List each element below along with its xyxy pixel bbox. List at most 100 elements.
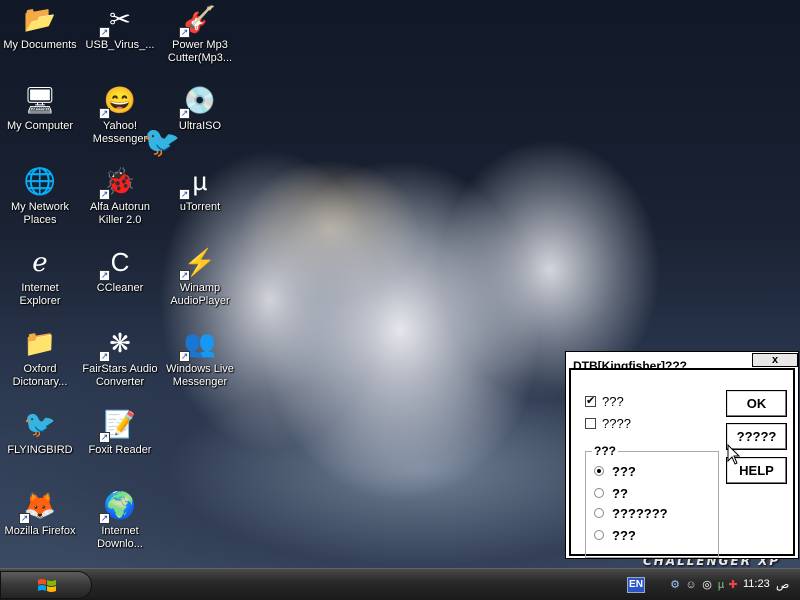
desktop-icon-internet-download-manager[interactable]: 🌍 ↗ Internet Downlo... bbox=[80, 486, 160, 564]
checkbox-2-label: ???? bbox=[602, 415, 631, 431]
desktop-icon-label: Windows Live Messenger bbox=[166, 363, 234, 388]
checkbox-1[interactable]: ✔ ??? bbox=[585, 393, 624, 409]
shortcut-arrow-icon: ↗ bbox=[99, 189, 110, 200]
desktop-icon-label: Internet Explorer bbox=[19, 282, 61, 307]
language-indicator[interactable]: EN bbox=[627, 577, 645, 593]
radio-option-1[interactable]: ??? bbox=[594, 463, 636, 479]
clock[interactable]: 11:23 bbox=[743, 578, 770, 590]
usb-virus-icon: ✂ ↗ bbox=[99, 4, 131, 38]
desktop-icon-label: Winamp AudioPlayer bbox=[170, 282, 230, 307]
desktop-icon-label: Power Mp3 Cutter(Mp3... bbox=[167, 39, 233, 64]
tray-utorrent-icon[interactable]: µ bbox=[715, 579, 727, 591]
desktop-icon-network-places[interactable]: 🌐 My Network Places bbox=[0, 162, 80, 240]
mouse-cursor-icon bbox=[727, 444, 741, 465]
close-button[interactable]: x bbox=[752, 353, 798, 367]
group-label: ??? bbox=[592, 444, 618, 458]
close-icon: x bbox=[771, 354, 779, 366]
desktop-icon-label: My Documents bbox=[3, 39, 77, 51]
radio-option-4[interactable]: ??? bbox=[594, 527, 636, 543]
shortcut-arrow-icon: ↗ bbox=[99, 513, 110, 524]
tray-antivirus-icon[interactable]: ✚ bbox=[727, 579, 739, 591]
radio-option-2[interactable]: ?? bbox=[594, 485, 628, 501]
shortcut-arrow-icon: ↗ bbox=[99, 432, 110, 443]
desktop-icon-fairstars[interactable]: ❋ ↗ FairStars Audio Converter bbox=[80, 324, 160, 402]
shortcut-arrow-icon: ↗ bbox=[179, 108, 190, 119]
power-mp3-cutter-icon: 🎸 ↗ bbox=[179, 4, 217, 38]
desktop-icon-label: Foxit Reader bbox=[88, 444, 152, 456]
shortcut-arrow-icon: ↗ bbox=[99, 351, 110, 362]
radio-option-3[interactable]: ??????? bbox=[594, 505, 668, 521]
winamp-icon: ⚡ ↗ bbox=[179, 247, 217, 281]
tray-disk-icon[interactable]: ◎ bbox=[701, 579, 713, 591]
desktop-icon-label: Alfa Autorun Killer 2.0 bbox=[90, 201, 150, 226]
flying-bird-icon[interactable]: 🐦 bbox=[143, 125, 189, 163]
shortcut-arrow-icon: ↗ bbox=[99, 270, 110, 281]
checkbox-1-box[interactable]: ✔ bbox=[585, 395, 596, 407]
radio-3-dot[interactable] bbox=[594, 508, 604, 518]
internet-explorer-icon: ℯ bbox=[32, 247, 48, 277]
tray-messenger-icon[interactable]: ☺ bbox=[685, 579, 697, 591]
shortcut-arrow-icon: ↗ bbox=[99, 108, 110, 119]
windows-live-messenger-icon: 👥 ↗ bbox=[179, 328, 217, 362]
shortcut-arrow-icon: ↗ bbox=[19, 513, 30, 524]
desktop-icon-folder[interactable]: 📁 Oxford Dictonary... bbox=[0, 324, 80, 402]
clock-period: ص bbox=[776, 579, 790, 591]
desktop-icon-computer[interactable]: 🖥 My Computer bbox=[0, 81, 80, 159]
ultraiso-icon: 💿 ↗ bbox=[179, 85, 217, 119]
ccleaner-icon: C ↗ bbox=[99, 247, 130, 281]
desktop-icon-ccleaner[interactable]: C ↗ CCleaner bbox=[80, 243, 160, 321]
foxit-reader-icon: 📝 ↗ bbox=[99, 409, 137, 443]
desktop-icon-label: USB_Virus_... bbox=[85, 39, 155, 51]
radio-1-label: ??? bbox=[612, 463, 636, 479]
bird-icon: 🐦 bbox=[23, 409, 57, 439]
start-button[interactable] bbox=[0, 571, 92, 599]
radio-1-dot[interactable] bbox=[594, 466, 604, 476]
desktop-icon-label: uTorrent bbox=[179, 201, 221, 213]
shortcut-arrow-icon: ↗ bbox=[179, 189, 190, 200]
desktop-icon-folder[interactable]: 📂 My Documents bbox=[0, 0, 80, 78]
shortcut-arrow-icon: ↗ bbox=[179, 351, 190, 362]
desktop-icon-utorrent[interactable]: µ ↗ uTorrent bbox=[160, 162, 240, 240]
desktop-icon-label: Mozilla Firefox bbox=[4, 525, 76, 537]
radio-2-dot[interactable] bbox=[594, 488, 604, 498]
desktop-icon-winamp[interactable]: ⚡ ↗ Winamp AudioPlayer bbox=[160, 243, 240, 321]
desktop-icon-power-mp3-cutter[interactable]: 🎸 ↗ Power Mp3 Cutter(Mp3... bbox=[160, 0, 240, 78]
radio-4-label: ??? bbox=[612, 527, 636, 543]
desktop-icon-bird[interactable]: 🐦 FLYINGBIRD bbox=[0, 405, 80, 483]
desktop-icon-internet-explorer[interactable]: ℯ Internet Explorer bbox=[0, 243, 80, 321]
desktop-icon-label: Oxford Dictonary... bbox=[12, 363, 68, 388]
checkbox-2[interactable]: ???? bbox=[585, 415, 631, 431]
utorrent-icon: µ ↗ bbox=[179, 166, 208, 200]
tray-network-icon[interactable]: ⚙ bbox=[669, 579, 681, 591]
desktop-icon-label: Internet Downlo... bbox=[97, 525, 143, 550]
folder-icon: 📁 bbox=[23, 328, 57, 358]
options-group: ??? ??? ?? ??????? ??? bbox=[585, 444, 719, 558]
desktop-icon-label: FairStars Audio Converter bbox=[82, 363, 158, 388]
desktop-icon-label: FLYINGBIRD bbox=[7, 444, 73, 456]
network-places-icon: 🌐 bbox=[23, 166, 57, 196]
desktop-icon-label: My Network Places bbox=[10, 201, 70, 226]
computer-icon: 🖥 bbox=[23, 85, 57, 115]
desktop-icon-alfa-autorun[interactable]: 🐞 ↗ Alfa Autorun Killer 2.0 bbox=[80, 162, 160, 240]
internet-download-manager-icon: 🌍 ↗ bbox=[99, 490, 137, 524]
system-tray: EN ⚙ ☺ ◎ µ ✚ 11:23 ص bbox=[625, 569, 800, 600]
folder-icon: 📂 bbox=[23, 4, 57, 34]
taskbar: EN ⚙ ☺ ◎ µ ✚ 11:23 ص bbox=[0, 568, 800, 600]
desktop-icon-foxit-reader[interactable]: 📝 ↗ Foxit Reader bbox=[80, 405, 160, 483]
desktop-icon-windows-live-messenger[interactable]: 👥 ↗ Windows Live Messenger bbox=[160, 324, 240, 402]
ok-button[interactable]: OK bbox=[726, 390, 787, 417]
yahoo-messenger-icon: 😄 ↗ bbox=[99, 85, 137, 119]
firefox-icon: 🦊 ↗ bbox=[19, 490, 57, 524]
radio-3-label: ??????? bbox=[612, 505, 668, 521]
checkbox-2-box[interactable] bbox=[585, 417, 596, 429]
fairstars-icon: ❋ ↗ bbox=[99, 328, 131, 362]
radio-4-dot[interactable] bbox=[594, 530, 604, 540]
desktop-icon-usb-virus[interactable]: ✂ ↗ USB_Virus_... bbox=[80, 0, 160, 78]
windows-logo-icon bbox=[38, 579, 56, 592]
desktop-icon-label: CCleaner bbox=[96, 282, 144, 294]
desktop-icon-firefox[interactable]: 🦊 ↗ Mozilla Firefox bbox=[0, 486, 80, 564]
dtb-dialog: DTB[Kingfisher]??? x ✔ ??? ???? ??? ??? … bbox=[565, 351, 799, 559]
dialog-body: ✔ ??? ???? ??? ??? ?? ??????? ??? OK ???… bbox=[569, 368, 795, 558]
checkbox-1-label: ??? bbox=[602, 393, 624, 409]
radio-2-label: ?? bbox=[612, 485, 628, 501]
